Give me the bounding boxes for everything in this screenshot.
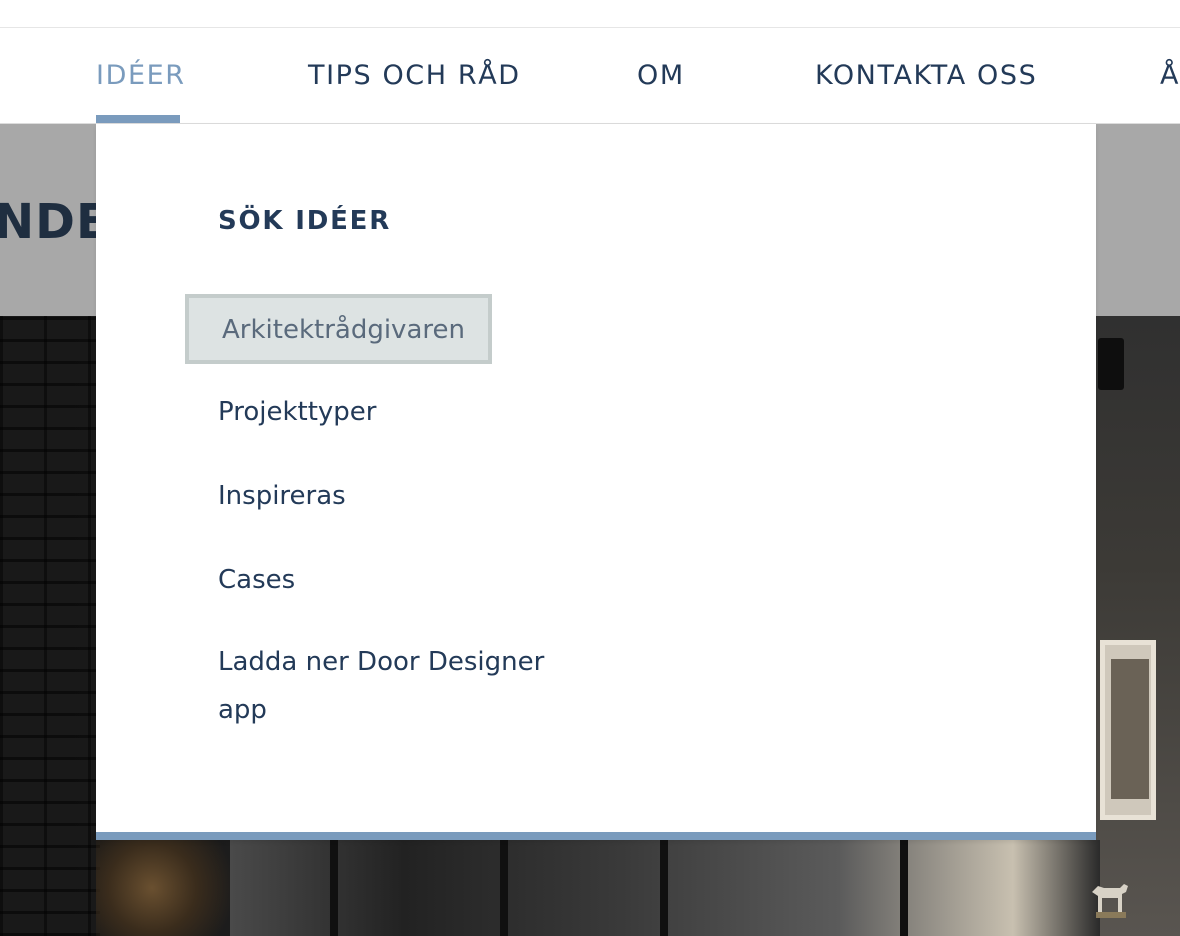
right-wall	[1096, 316, 1180, 936]
picture-frame-art	[1111, 659, 1149, 799]
nav-item-truncated[interactable]: Å	[1160, 60, 1180, 91]
top-strip	[0, 0, 1180, 28]
ceiling-lamp	[1098, 338, 1124, 390]
brick-wall	[0, 316, 100, 936]
picture-frame	[1100, 640, 1156, 820]
page: IDÉER TIPS OCH RÅD OM KONTAKTA OSS Å NDE…	[0, 0, 1180, 936]
partition-mullion	[660, 840, 668, 936]
dropdown-heading: SÖK IDÉER	[218, 206, 392, 236]
active-nav-indicator	[96, 115, 180, 123]
nav-item-om[interactable]: OM	[637, 60, 685, 91]
menu-item-arkitektradgivaren[interactable]: Arkitektrådgivaren	[185, 294, 492, 364]
partition-mullion	[500, 840, 508, 936]
nav-item-ideer[interactable]: IDÉER	[96, 60, 186, 91]
partition-mullion	[900, 840, 908, 936]
main-nav: IDÉER TIPS OCH RÅD OM KONTAKTA OSS Å	[0, 28, 1180, 124]
menu-item-door-designer-app[interactable]: Ladda ner Door Designer app	[218, 638, 578, 734]
ideer-dropdown-menu: SÖK IDÉER Arkitektrådgivaren Projekttype…	[96, 124, 1096, 840]
menu-item-projekttyper[interactable]: Projekttyper	[218, 388, 578, 436]
hero-title: NDE	[0, 194, 110, 250]
partition-mullion	[330, 840, 338, 936]
nav-item-tips-och-rad[interactable]: TIPS OCH RÅD	[308, 60, 521, 91]
nav-item-kontakta-oss[interactable]: KONTAKTA OSS	[815, 60, 1037, 91]
menu-item-inspireras[interactable]: Inspireras	[218, 472, 578, 520]
menu-item-cases[interactable]: Cases	[218, 556, 578, 604]
dog-figurine	[1092, 884, 1128, 918]
